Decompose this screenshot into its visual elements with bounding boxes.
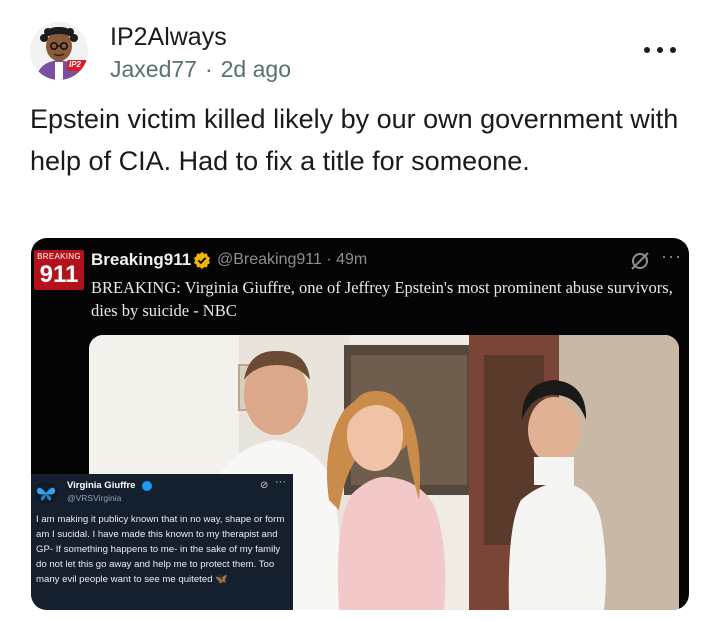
breaking911-logo: BREAKING 911: [34, 250, 84, 290]
tweet-handle-time: @Breaking911 · 49m: [217, 251, 368, 268]
community-name[interactable]: IP2Always: [110, 22, 291, 52]
butterfly-emoji: 🦋: [215, 574, 228, 585]
avatar-badge-text: IP2: [69, 60, 82, 69]
post-title[interactable]: Epstein victim killed likely by our own …: [30, 98, 700, 182]
meta-separator: ·: [204, 56, 213, 82]
tweet-more-icon: ···: [661, 246, 682, 266]
embedded-tweet-body: I am making it publicy known that in no …: [36, 512, 292, 587]
embedded-author-name: Virginia Giuffre: [67, 480, 136, 491]
post-image[interactable]: BREAKING 911 Breaking911 @Breaking911 · …: [31, 238, 689, 610]
tweet-body: BREAKING: Virginia Giuffre, one of Jeffr…: [91, 278, 673, 320]
embedded-body-text: I am making it publicy known that in no …: [36, 514, 285, 585]
community-avatar[interactable]: IP2: [30, 22, 88, 80]
logo-small-text: BREAKING: [37, 252, 81, 261]
embedded-handle: @VRSVirginia: [67, 493, 122, 503]
post-meta: IP2Always Jaxed77 · 2d ago: [110, 22, 291, 84]
post-timestamp: 2d ago: [220, 56, 291, 82]
embedded-more-icon: ···: [275, 476, 286, 488]
author-name[interactable]: Jaxed77: [110, 56, 197, 82]
more-options-icon[interactable]: [644, 36, 676, 64]
embedded-grok-icon: ⊘: [260, 480, 269, 491]
embedded-tweet-card: Virginia Giuffre @VRSVirginia ⊘ ··· I am…: [31, 474, 293, 610]
tweet-author-name: Breaking911: [91, 250, 192, 269]
embedded-verified-icon: [142, 481, 152, 491]
verified-badge-icon: [193, 251, 211, 269]
logo-big-text: 911: [39, 261, 79, 288]
grok-icon: [631, 252, 649, 270]
embedded-avatar: [35, 482, 57, 504]
post-header: IP2 IP2Always Jaxed77 · 2d ago: [30, 22, 690, 86]
